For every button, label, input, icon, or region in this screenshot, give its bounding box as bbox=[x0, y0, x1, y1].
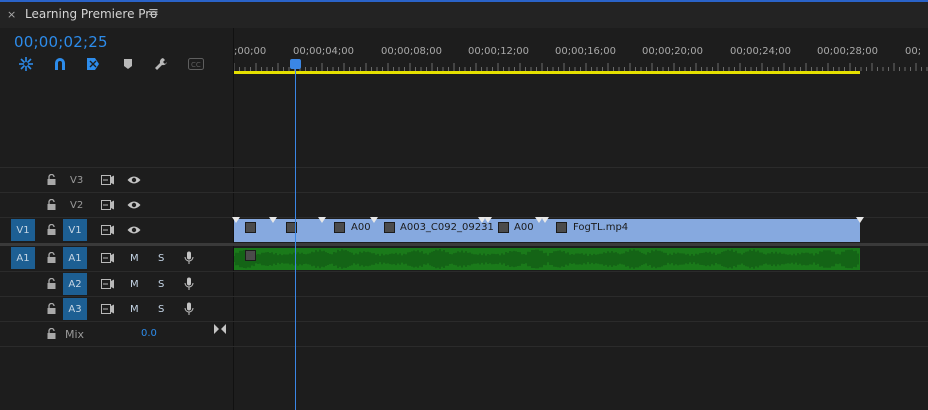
marker-icon[interactable] bbox=[119, 56, 137, 72]
lock-track-icon[interactable] bbox=[47, 174, 56, 185]
row-divider bbox=[0, 346, 928, 347]
ruler-label: 00; bbox=[905, 46, 922, 57]
track-target-v1[interactable]: V1 bbox=[63, 219, 87, 241]
track-target-a3[interactable]: A3 bbox=[63, 298, 87, 320]
lock-track-icon[interactable] bbox=[47, 328, 56, 339]
fx-badge-icon bbox=[498, 222, 509, 233]
solo-track-button[interactable]: S bbox=[158, 253, 164, 264]
lock-track-icon[interactable] bbox=[47, 199, 56, 210]
clip-boundary-marker bbox=[232, 217, 240, 223]
row-divider bbox=[0, 192, 928, 193]
audio-waveform bbox=[234, 249, 859, 269]
mix-track-label: Mix bbox=[65, 328, 85, 341]
clip-boundary-marker bbox=[856, 217, 864, 223]
snap-icon[interactable] bbox=[17, 56, 35, 72]
clip-boundary-marker bbox=[541, 217, 549, 223]
track-label-v2[interactable]: V2 bbox=[70, 200, 83, 211]
voice-over-record-icon[interactable] bbox=[184, 251, 194, 265]
sync-lock-icon[interactable] bbox=[101, 175, 115, 185]
clip-boundary-marker bbox=[370, 217, 378, 223]
go-to-end-icon[interactable] bbox=[214, 324, 226, 334]
fx-badge-icon bbox=[384, 222, 395, 233]
ruler-label: 00;00;20;00 bbox=[642, 46, 704, 57]
wrench-icon[interactable] bbox=[152, 56, 170, 72]
ruler-label: 00;00;12;00 bbox=[468, 46, 530, 57]
linked-selection-icon[interactable] bbox=[51, 56, 69, 72]
lock-track-icon[interactable] bbox=[47, 224, 56, 235]
lock-track-icon[interactable] bbox=[47, 252, 56, 263]
add-marker-icon[interactable] bbox=[85, 56, 103, 72]
captions-icon[interactable]: CC bbox=[187, 56, 205, 72]
lock-track-icon[interactable] bbox=[47, 278, 56, 289]
sync-lock-icon[interactable] bbox=[101, 253, 115, 263]
track-target-a1[interactable]: A1 bbox=[63, 247, 87, 269]
row-divider bbox=[0, 271, 928, 272]
source-patch-v1[interactable]: V1 bbox=[11, 219, 35, 241]
panel-tab-bar: × Learning Premiere Pro ≡ bbox=[0, 2, 928, 28]
row-divider bbox=[0, 217, 928, 218]
ruler-label: 00;00;16;00 bbox=[555, 46, 617, 57]
toggle-output-eye-icon[interactable] bbox=[127, 200, 141, 210]
work-area-bar[interactable] bbox=[234, 71, 860, 74]
sync-lock-icon[interactable] bbox=[101, 279, 115, 289]
source-patch-a1[interactable]: A1 bbox=[11, 247, 35, 269]
row-divider bbox=[0, 296, 928, 297]
ruler-label: 00;00;24;00 bbox=[730, 46, 792, 57]
time-ruler[interactable] bbox=[234, 63, 928, 71]
fx-badge-icon bbox=[334, 222, 345, 233]
ruler-label: 00;00;04;00 bbox=[293, 46, 355, 57]
voice-over-record-icon[interactable] bbox=[184, 277, 194, 291]
svg-text:CC: CC bbox=[191, 61, 201, 69]
mute-track-button[interactable]: M bbox=[130, 279, 139, 290]
panel-menu-icon[interactable]: ≡ bbox=[148, 5, 159, 20]
fx-badge-icon bbox=[245, 222, 256, 233]
sync-lock-icon[interactable] bbox=[101, 200, 115, 210]
clip-name[interactable]: A003_C092_09231 bbox=[400, 222, 494, 233]
sequence-tab-title[interactable]: Learning Premiere Pro bbox=[25, 7, 157, 21]
sync-lock-icon[interactable] bbox=[101, 304, 115, 314]
toggle-output-eye-icon[interactable] bbox=[127, 175, 141, 185]
ruler-label: 00;00;28;00 bbox=[817, 46, 879, 57]
clip-name[interactable]: FogTL.mp4 bbox=[573, 222, 628, 233]
track-target-a2[interactable]: A2 bbox=[63, 273, 87, 295]
clip-boundary-marker bbox=[318, 217, 326, 223]
fx-badge-icon bbox=[245, 250, 256, 261]
mute-track-button[interactable]: M bbox=[130, 253, 139, 264]
solo-track-button[interactable]: S bbox=[158, 279, 164, 290]
video-audio-divider[interactable] bbox=[0, 243, 928, 246]
clip-boundary-marker bbox=[269, 217, 277, 223]
playhead-handle[interactable] bbox=[290, 59, 301, 69]
lock-track-icon[interactable] bbox=[47, 303, 56, 314]
fx-badge-icon bbox=[556, 222, 567, 233]
voice-over-record-icon[interactable] bbox=[184, 302, 194, 316]
waveform-path bbox=[234, 249, 859, 269]
sync-lock-icon[interactable] bbox=[101, 225, 115, 235]
playhead-timecode[interactable]: 00;00;02;25 bbox=[14, 33, 108, 51]
row-divider bbox=[0, 167, 928, 168]
track-label-v3[interactable]: V3 bbox=[70, 175, 83, 186]
row-divider bbox=[0, 321, 928, 322]
close-tab-icon[interactable]: × bbox=[7, 8, 16, 21]
mix-volume-value[interactable]: 0.0 bbox=[141, 328, 157, 339]
ruler-label: 00;00;08;00 bbox=[381, 46, 443, 57]
mute-track-button[interactable]: M bbox=[130, 304, 139, 315]
toggle-output-eye-icon[interactable] bbox=[127, 225, 141, 235]
solo-track-button[interactable]: S bbox=[158, 304, 164, 315]
clip-name[interactable]: A00 bbox=[351, 222, 371, 233]
clip-name[interactable]: A00 bbox=[514, 222, 534, 233]
ruler-label: ;00;00 bbox=[234, 46, 267, 57]
playhead-line[interactable] bbox=[295, 64, 296, 410]
